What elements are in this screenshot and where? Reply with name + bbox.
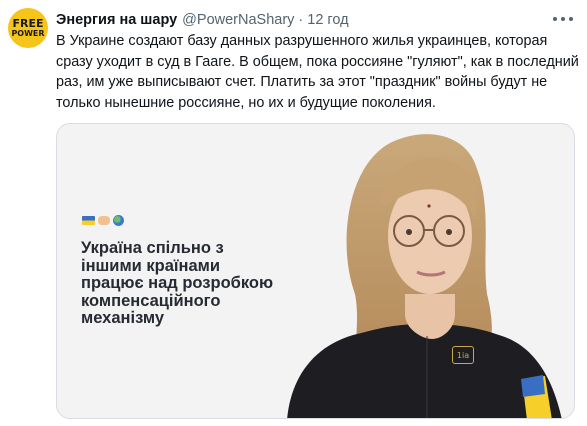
avatar-text-top: FREE [12,17,44,30]
more-dot [553,17,557,21]
display-name[interactable]: Энергия на шару [56,12,177,28]
channel-badge-text: 1ia [456,350,470,360]
tweet-header: Энергия на шару @PowerNaShary · 12 год [56,10,349,30]
user-handle[interactable]: @PowerNaShary [182,12,294,28]
emoji-row [82,215,124,226]
video-caption: Україна спільно з іншими країнами працює… [81,239,274,327]
ukraine-flag-icon [82,216,95,225]
handshake-icon [98,216,110,225]
channel-badge: 1ia [452,346,474,364]
avatar[interactable]: FREE POWER [8,8,48,48]
avatar-text-bottom: POWER [11,29,45,38]
tweet-text: В Украине создают базу данных разрушенно… [56,33,579,111]
more-dot [561,17,565,21]
timestamp[interactable]: 12 год [307,12,348,28]
media-image[interactable]: Україна спільно з іншими країнами працює… [56,123,575,419]
speaker-photo [287,134,562,418]
more-options-icon[interactable] [553,12,573,26]
more-dot [569,17,573,21]
globe-icon [113,215,124,226]
separator-dot: · [298,12,304,28]
tweet[interactable]: FREE POWER Энергия на шару @PowerNaShary… [0,0,587,426]
